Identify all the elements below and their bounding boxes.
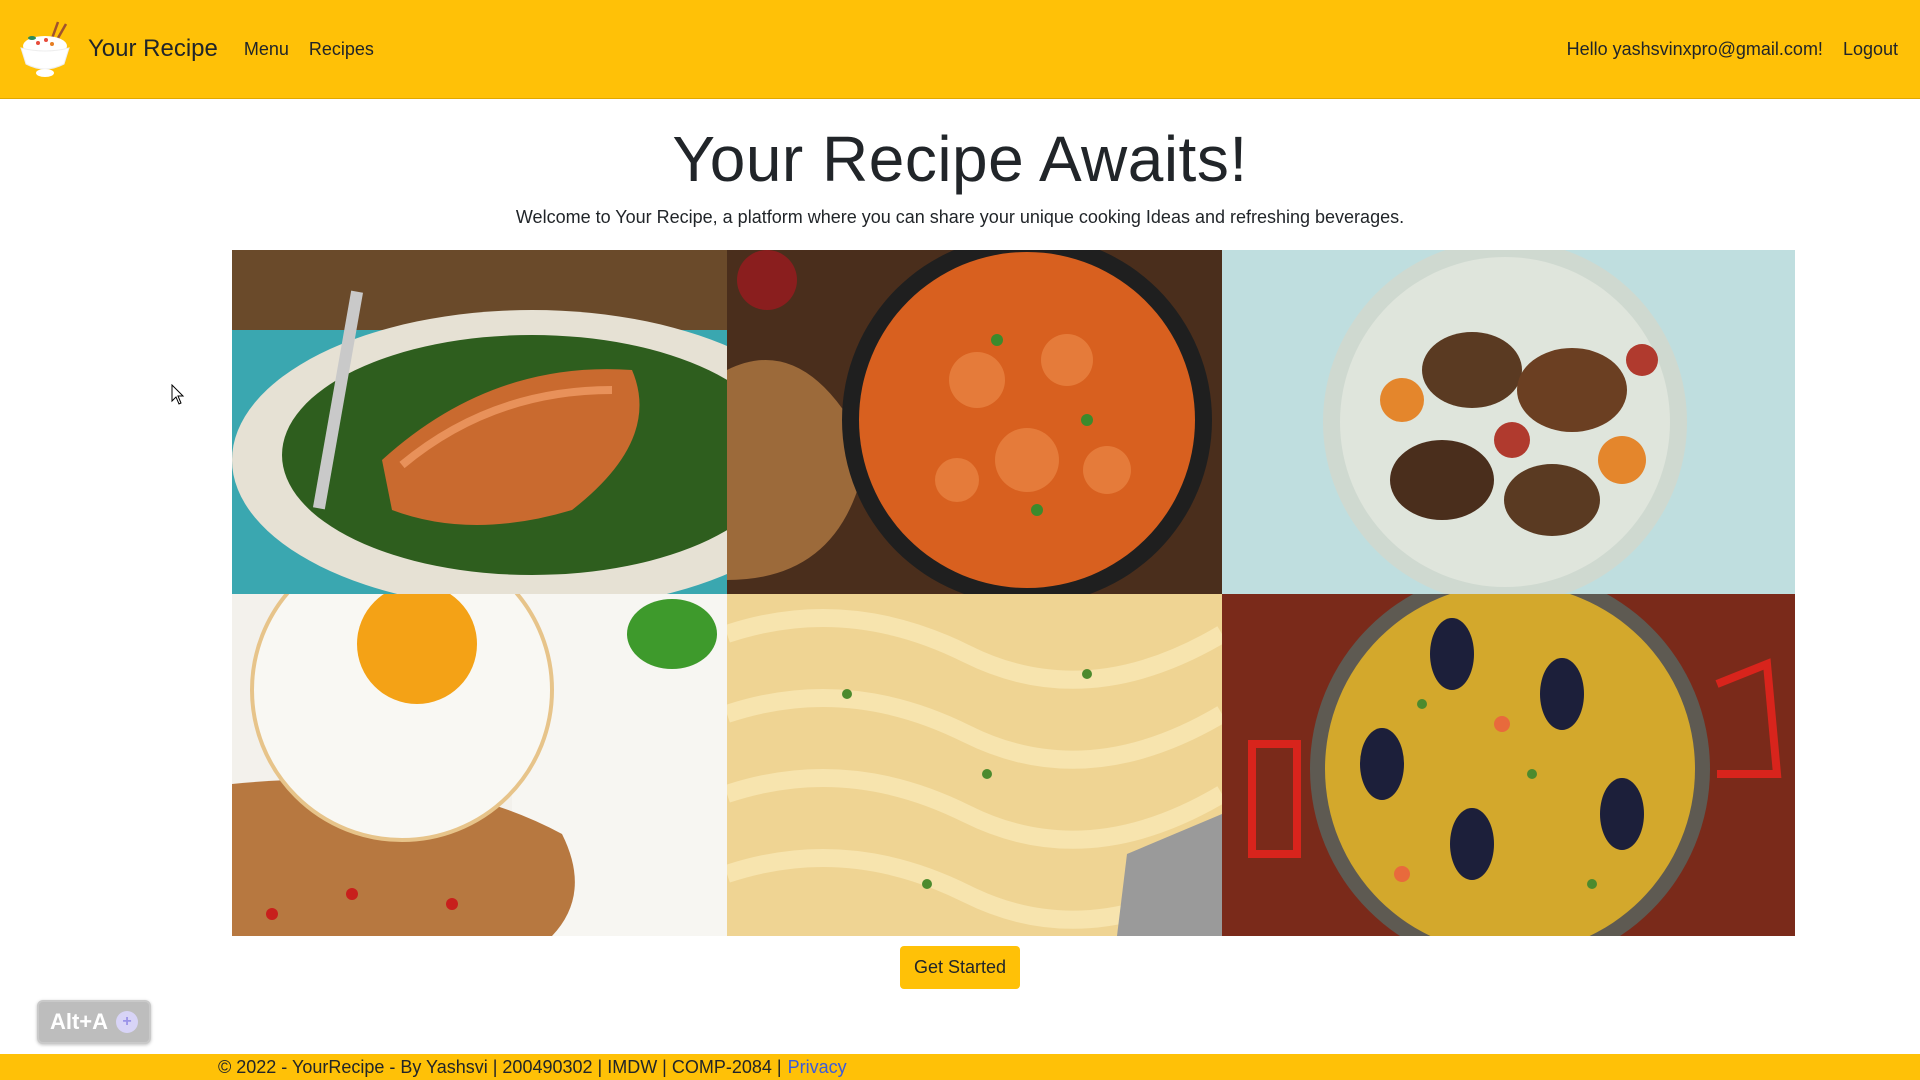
plus-icon: + (116, 1011, 139, 1033)
user-greeting[interactable]: Hello yashsvinxpro@gmail.com! (1567, 39, 1823, 60)
butter-chicken-image (727, 250, 1222, 594)
privacy-link[interactable]: Privacy (788, 1057, 847, 1078)
alt-a-shortcut-badge[interactable]: Alt+A + (37, 1000, 151, 1044)
shortcut-label: Alt+A (49, 1009, 109, 1034)
navbar: Your Recipe Menu Recipes Hello yashsvinx… (0, 0, 1920, 99)
page-title: Your Recipe Awaits! (672, 123, 1248, 195)
nav-link-recipes[interactable]: Recipes (309, 39, 374, 60)
fried-egg-rice-image (232, 594, 727, 936)
logout-link[interactable]: Logout (1843, 39, 1898, 60)
nav-links: Menu Recipes (244, 39, 394, 60)
fettuccine-image (727, 594, 1222, 936)
nav-link-menu[interactable]: Menu (244, 39, 289, 60)
mouse-pointer-icon (171, 384, 185, 405)
brand-link[interactable]: Your Recipe (16, 18, 218, 80)
rice-bowl-logo-icon (16, 18, 78, 80)
brand-name: Your Recipe (88, 35, 218, 62)
food-gallery (232, 250, 1795, 936)
footer-text: © 2022 - YourRecipe - By Yashsvi | 20049… (218, 1056, 782, 1077)
footer: © 2022 - YourRecipe - By Yashsvi | 20049… (0, 1054, 1920, 1080)
paella-image (1222, 594, 1795, 936)
user-area: Hello yashsvinxpro@gmail.com! Logout (1567, 39, 1898, 60)
roast-chicken-image (1222, 250, 1795, 594)
page-subtitle: Welcome to Your Recipe, a platform where… (515, 207, 1405, 227)
get-started-button[interactable]: Get Started (900, 946, 1020, 989)
salmon-image (232, 250, 727, 594)
